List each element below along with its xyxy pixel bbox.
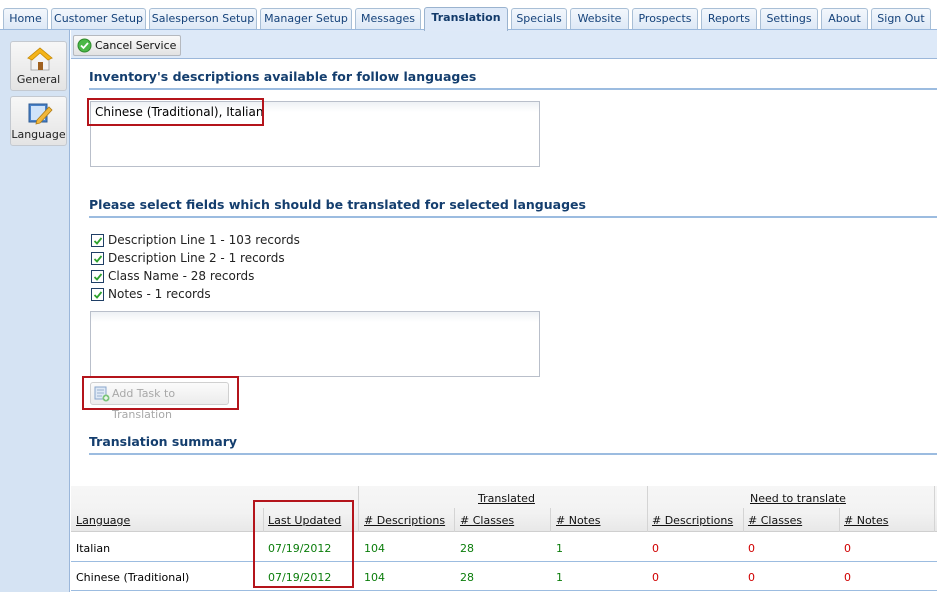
available-languages-field[interactable]: Chinese (Traditional), Italian xyxy=(90,101,540,167)
checkbox[interactable] xyxy=(91,288,104,301)
cell-need-notes: 0 xyxy=(844,542,851,555)
edit-document-icon xyxy=(28,103,53,125)
tab-translation[interactable]: Translation xyxy=(424,7,508,31)
tab-messages[interactable]: Messages xyxy=(355,8,421,30)
tab-manager-setup[interactable]: Manager Setup xyxy=(260,8,352,30)
field-option-label: Notes - 1 records xyxy=(108,287,211,301)
header-translated-classes[interactable]: # Classes xyxy=(460,514,514,527)
cell-need-notes: 0 xyxy=(844,571,851,584)
fields-section-title: Please select fields which should be tra… xyxy=(89,197,586,212)
section-divider xyxy=(89,216,937,218)
header-need-descriptions[interactable]: # Descriptions xyxy=(652,514,733,527)
add-task-label: Add Task to Translation xyxy=(112,387,176,421)
tab-website[interactable]: Website xyxy=(570,8,629,30)
sidebar-item-label: Language xyxy=(11,128,66,141)
tab-about[interactable]: About xyxy=(821,8,868,30)
tab-home[interactable]: Home xyxy=(3,8,48,30)
cell-last-updated: 07/19/2012 xyxy=(268,542,332,555)
checkbox[interactable] xyxy=(91,252,104,265)
table-header: Translated Need to translate Language La… xyxy=(71,486,937,532)
house-icon xyxy=(27,47,53,71)
header-language[interactable]: Language xyxy=(76,514,130,527)
translation-notes-field[interactable] xyxy=(90,311,540,377)
cancel-service-button[interactable]: Cancel Service xyxy=(73,35,182,56)
header-need-notes[interactable]: # Notes xyxy=(844,514,888,527)
cell-translated-descriptions: 104 xyxy=(364,542,385,555)
checkbox[interactable] xyxy=(91,234,104,247)
tab-customer-setup[interactable]: Customer Setup xyxy=(51,8,146,30)
checkmark-icon xyxy=(93,291,103,299)
header-translated-descriptions[interactable]: # Descriptions xyxy=(364,514,445,527)
cancel-service-label: Cancel Service xyxy=(95,39,177,52)
toolbar: Cancel Service xyxy=(71,30,937,59)
table-row[interactable]: Chinese (Traditional) 07/19/2012 104 28 … xyxy=(71,562,937,591)
cell-translated-descriptions: 104 xyxy=(364,571,385,584)
section-divider xyxy=(89,453,937,455)
cell-need-descriptions: 0 xyxy=(652,571,659,584)
header-translated-notes[interactable]: # Notes xyxy=(556,514,600,527)
header-group-need-to-translate[interactable]: Need to translate xyxy=(750,492,846,505)
checkmark-icon xyxy=(93,255,103,263)
check-circle-icon xyxy=(77,38,92,53)
sidebar-item-general[interactable]: General xyxy=(10,41,67,91)
section-divider xyxy=(89,88,937,90)
add-task-to-translation-button[interactable]: Add Task to Translation xyxy=(90,382,229,421)
table-row[interactable]: Italian 07/19/2012 104 28 1 0 0 0 xyxy=(71,533,937,562)
tab-prospects[interactable]: Prospects xyxy=(632,8,698,30)
tab-settings[interactable]: Settings xyxy=(760,8,818,30)
main-tab-bar: Home Customer Setup Salesperson Setup Ma… xyxy=(0,0,937,31)
checkmark-icon xyxy=(93,237,103,245)
checkbox[interactable] xyxy=(91,270,104,283)
left-sidebar: General Language xyxy=(0,30,70,592)
header-last-updated[interactable]: Last Updated xyxy=(268,514,341,527)
cell-language: Chinese (Traditional) xyxy=(76,571,190,584)
cell-translated-classes: 28 xyxy=(460,571,474,584)
field-option-label: Description Line 2 - 1 records xyxy=(108,251,285,265)
header-need-classes[interactable]: # Classes xyxy=(748,514,802,527)
cell-translated-notes: 1 xyxy=(556,571,563,584)
cell-translated-classes: 28 xyxy=(460,542,474,555)
cell-need-classes: 0 xyxy=(748,542,755,555)
tab-specials[interactable]: Specials xyxy=(511,8,567,30)
checkmark-icon xyxy=(93,273,103,281)
add-task-icon xyxy=(94,386,110,402)
tab-salesperson-setup[interactable]: Salesperson Setup xyxy=(149,8,257,30)
languages-section-title: Inventory's descriptions available for f… xyxy=(89,69,477,84)
field-option-label: Description Line 1 - 103 records xyxy=(108,233,300,247)
summary-section-title: Translation summary xyxy=(89,434,238,449)
header-group-translated[interactable]: Translated xyxy=(478,492,535,505)
field-option-label: Class Name - 28 records xyxy=(108,269,255,283)
cell-need-classes: 0 xyxy=(748,571,755,584)
cell-translated-notes: 1 xyxy=(556,542,563,555)
sidebar-item-language[interactable]: Language xyxy=(10,96,67,146)
tab-sign-out[interactable]: Sign Out xyxy=(871,8,931,30)
tab-reports[interactable]: Reports xyxy=(701,8,757,30)
cell-last-updated: 07/19/2012 xyxy=(268,571,332,584)
cell-language: Italian xyxy=(76,542,111,555)
sidebar-item-label: General xyxy=(16,73,61,86)
cell-need-descriptions: 0 xyxy=(652,542,659,555)
main-content: Inventory's descriptions available for f… xyxy=(71,60,937,592)
